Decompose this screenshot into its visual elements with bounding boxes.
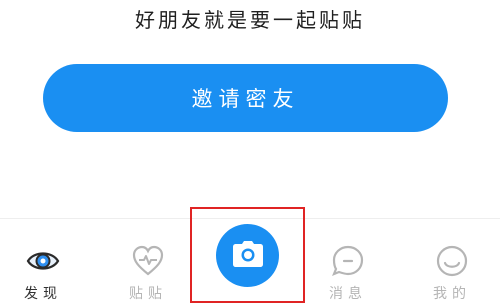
tab-discover-label: 发现 — [24, 286, 62, 302]
invite-friend-screen: 好朋友就是要一起贴贴 邀请密友 发现 贴贴 消息 我的 — [0, 0, 500, 307]
camera-button[interactable] — [216, 224, 279, 287]
tab-me[interactable]: 我的 — [412, 219, 492, 307]
heart-pulse-icon — [130, 243, 166, 279]
invite-friend-button[interactable]: 邀请密友 — [43, 64, 448, 132]
eye-icon — [25, 243, 61, 279]
message-bubble-icon — [330, 243, 366, 279]
tab-stickers-label: 贴贴 — [129, 286, 167, 302]
camera-highlight-box — [190, 207, 305, 303]
tab-messages[interactable]: 消息 — [308, 219, 388, 307]
tagline: 好朋友就是要一起贴贴 — [135, 8, 365, 32]
smiley-face-icon — [434, 243, 470, 279]
tab-messages-label: 消息 — [329, 286, 367, 302]
tab-stickers[interactable]: 贴贴 — [108, 219, 188, 307]
tab-me-label: 我的 — [433, 286, 471, 302]
tab-discover[interactable]: 发现 — [3, 219, 83, 307]
camera-icon — [232, 240, 264, 272]
